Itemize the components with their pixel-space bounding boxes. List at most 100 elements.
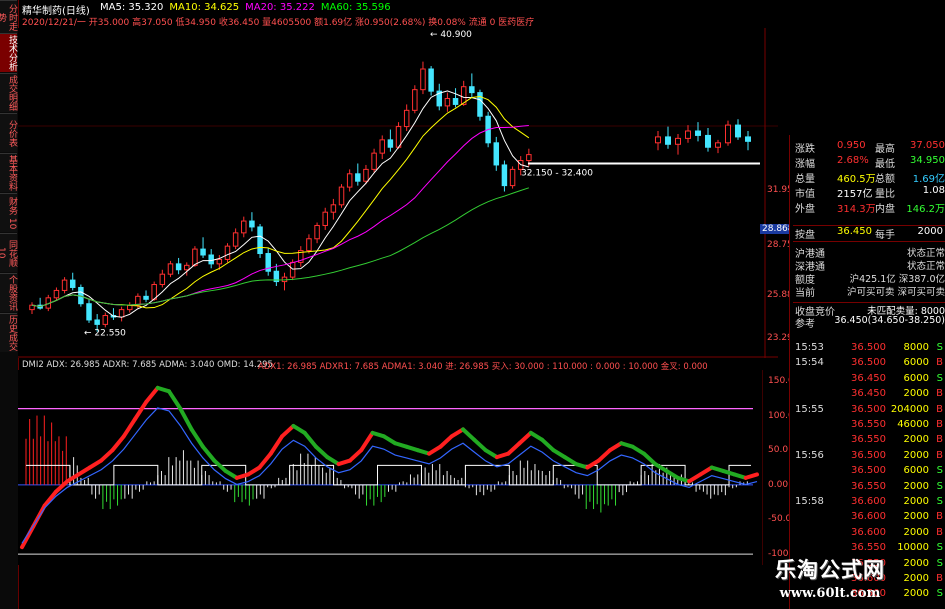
candle [493, 142, 500, 166]
quote-value: 2157亿 [837, 189, 873, 200]
quote-value: 34.950 [910, 155, 945, 166]
dmi-indicator-chart[interactable] [18, 370, 763, 565]
tick-flag: B [936, 357, 943, 369]
tick-row: 36.550 2000 S [793, 481, 945, 496]
candle [306, 238, 312, 252]
ma-legend-item: MA60: 35.596 [320, 2, 391, 13]
tick-row: 15:53 36.500 8000 S [793, 342, 945, 357]
candle [655, 136, 661, 144]
tick-flag: B [936, 511, 943, 523]
quote-key: 总量 [795, 174, 815, 185]
price-chart[interactable]: ← 40.900 ← 22.550 32.150 - 32.400 [18, 28, 788, 358]
sidebar-item-1[interactable]: 成交明细 [0, 73, 17, 112]
tick-flag: B [936, 403, 943, 415]
tick-time: 15:54 [795, 357, 824, 369]
tick-row: 36.600 2000 B [793, 511, 945, 526]
quote-row: 市值 2157亿 量比 1.08 [793, 185, 945, 200]
candle [665, 136, 671, 145]
candle [322, 211, 328, 226]
candle [509, 168, 516, 187]
quote-value: 0.950 [837, 140, 866, 151]
low-annotation: ← 22.550 [84, 329, 126, 339]
candle [249, 220, 255, 228]
candle [216, 258, 223, 265]
tick-flag: S [936, 465, 943, 477]
tick-flag: S [936, 542, 943, 554]
tick-time: 15:53 [795, 342, 824, 353]
indicator-header: DMI2 ADX: 26.985 ADXR: 7.685 ADMA: 3.040… [22, 360, 273, 370]
status-row: 深港通 状态正常 [793, 258, 945, 273]
tick-price: 36.500 [851, 449, 886, 461]
tick-price: 36.500 [851, 465, 886, 477]
indicator-axis-label: 0.00 [768, 479, 789, 490]
tick-flag: B [936, 526, 943, 538]
quote-key: 量比 [875, 189, 895, 200]
candle [428, 68, 434, 92]
candle [143, 295, 149, 300]
bid-value: 2000 [917, 226, 943, 237]
status-row: 额度 沪425.1亿 深387.0亿 [793, 271, 945, 286]
sidebar-item-6[interactable]: 个股资讯 [0, 273, 17, 312]
tick-volume: 2000 [903, 496, 929, 507]
tick-volume: 6000 [903, 372, 929, 384]
tick-volume: 2000 [903, 511, 929, 523]
tick-row: 36.450 2000 B [793, 388, 945, 403]
sidebar-item-0[interactable]: 技术分析 [0, 33, 17, 72]
tick-price: 36.500 [851, 342, 886, 353]
candle [86, 303, 92, 321]
stock-terminal: 分时走势 技术分析 成交明细 分价表 基本资料 财务 10 同花顺 10 个股资讯 历史成交 … [0, 0, 945, 609]
tick-time: 15:56 [795, 449, 824, 461]
tick-row: 36.600 2000 B [793, 527, 945, 542]
candle [224, 245, 231, 260]
candle [735, 124, 741, 138]
bar-info-line: 2020/12/21/一 开35.000 高37.050 低34.950 收36… [22, 18, 535, 28]
status-key: 当前 [795, 288, 815, 299]
tick-row: 15:54 36.500 6000 B [793, 357, 945, 372]
sidebar-item-4[interactable]: 财务 10 [0, 193, 17, 232]
tick-row: 36.500 6000 S [793, 465, 945, 480]
quote-value: 1.08 [922, 185, 945, 196]
bid-label: 每手 [875, 230, 895, 241]
sidebar-item-3[interactable]: 基本资料 [0, 153, 17, 192]
tick-price: 36.600 [851, 511, 886, 523]
sidebar-item-7[interactable]: 历史成交 [0, 313, 17, 352]
tick-price: 36.550 [851, 542, 886, 554]
ma-legend: MA5: 35.320 MA10: 34.625 MA20: 35.222 MA60:… [100, 2, 397, 13]
high-annotation: ← 40.900 [430, 30, 472, 40]
tick-volume: 204000 [890, 403, 929, 415]
candle [452, 98, 459, 105]
sidebar-item-2[interactable]: 分价表 [0, 113, 17, 152]
tick-flag: B [936, 388, 943, 400]
tick-volume: 46000 [897, 419, 929, 430]
quote-row: 涨幅 2.68% 最低 34.950 [793, 155, 945, 170]
candle [526, 154, 532, 162]
candle [192, 248, 198, 266]
tick-time: 15:55 [795, 403, 824, 415]
tick-flag: B [936, 434, 943, 446]
candle [420, 68, 426, 91]
candle [69, 279, 76, 288]
tick-price: 36.500 [851, 403, 886, 415]
candle [412, 89, 418, 111]
candle [469, 86, 475, 94]
tab-intraday[interactable]: 分时走势 [0, 0, 17, 33]
candle [387, 139, 394, 148]
tick-price: 36.550 [851, 480, 886, 492]
ma-legend-item: MA5: 35.320 [100, 2, 164, 13]
candle [118, 309, 125, 318]
candle [725, 124, 731, 144]
candle [200, 248, 206, 256]
tick-volume: 2000 [903, 449, 929, 461]
tick-price: 36.600 [851, 496, 886, 507]
tick-row: 36.550 46000 B [793, 419, 945, 434]
tick-flag: S [936, 557, 943, 569]
quote-key: 涨幅 [795, 159, 815, 170]
tick-price: 36.550 [851, 419, 886, 430]
gap-annotation: 32.150 - 32.400 [521, 168, 593, 178]
quote-row: 外盘 314.3万 内盘 146.2万 [793, 200, 945, 215]
candle [685, 130, 691, 139]
tick-volume: 2000 [903, 434, 929, 446]
status-value: 状态正常 [906, 261, 945, 272]
tick-price: 36.500 [851, 357, 886, 369]
sidebar-item-5[interactable]: 同花顺 10 [0, 233, 17, 272]
